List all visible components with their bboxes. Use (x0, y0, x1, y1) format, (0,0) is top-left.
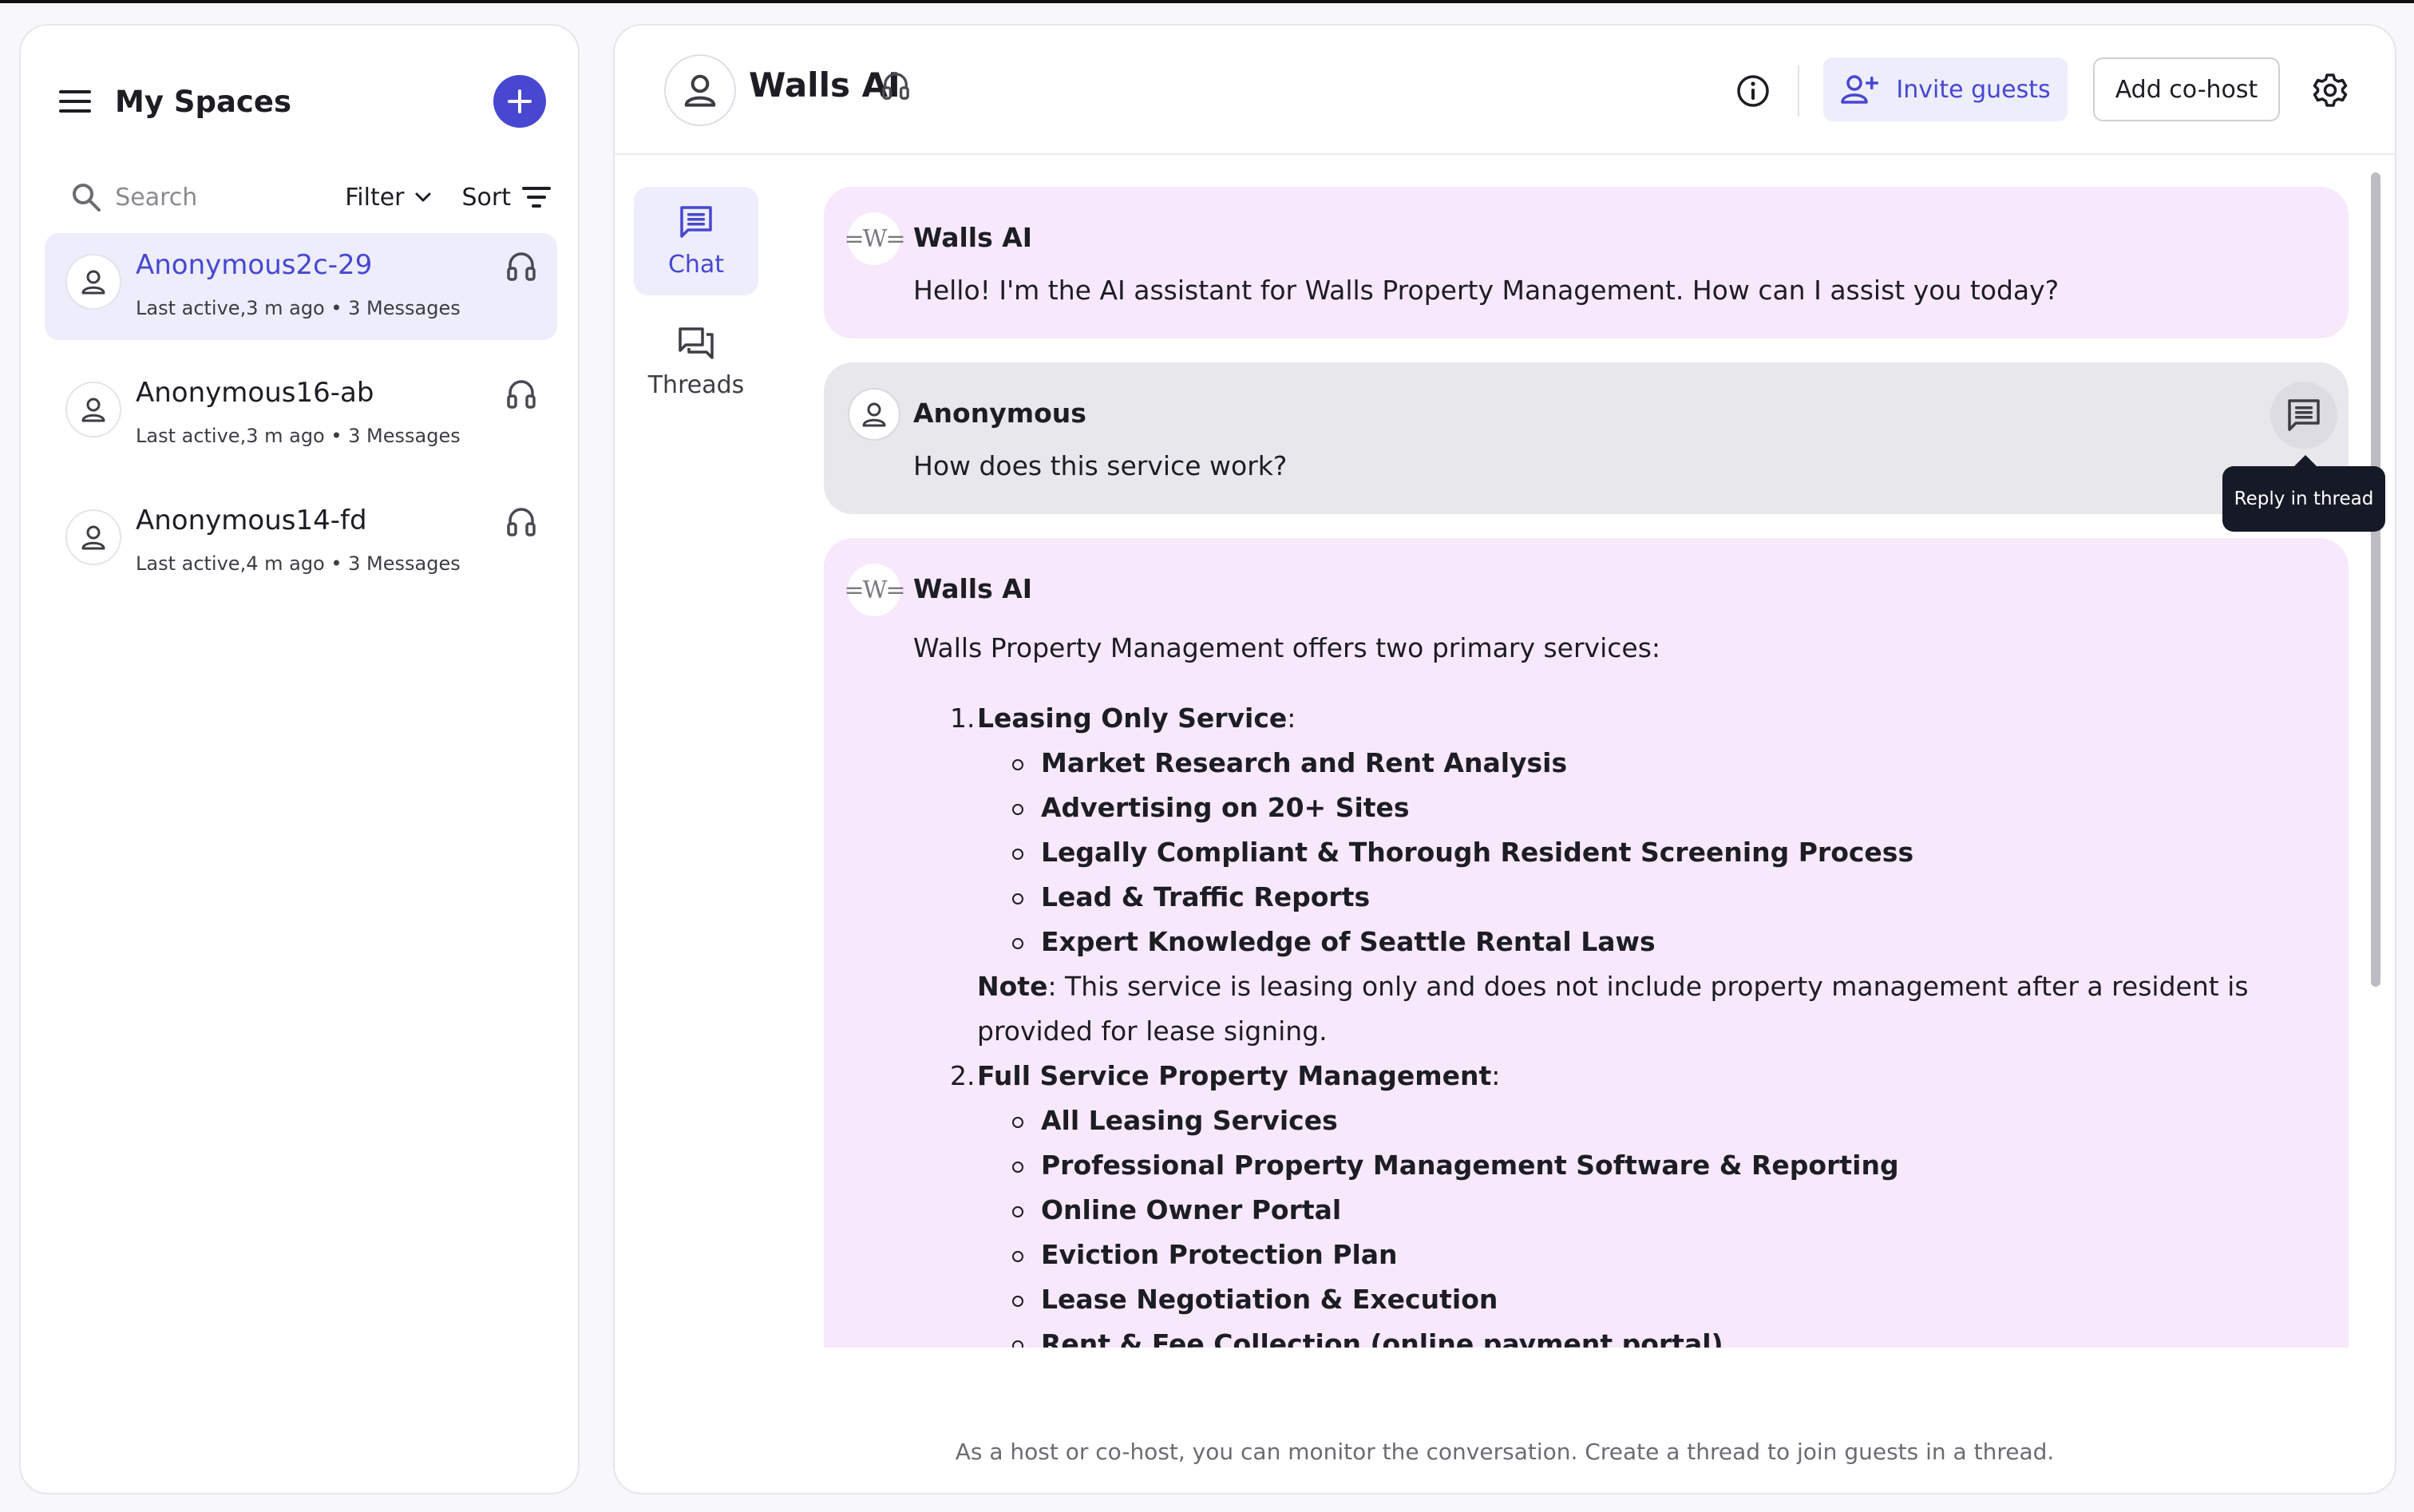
service-item: 2. Full Service Property Management: All… (913, 1054, 2269, 1348)
walls-logo-avatar: =W= (844, 212, 906, 265)
reply-thread-icon (2288, 399, 2320, 431)
chat-messages: =W= Walls AI Hello! I'm the AI assistant… (824, 187, 2349, 1348)
conversation-item[interactable]: Anonymous16-ab Last active,3 m ago • 3 M… (45, 361, 557, 468)
message-sender: Walls AI (913, 222, 1033, 253)
page-title: Walls AI (749, 65, 900, 105)
conversation-item[interactable]: Anonymous14-fd Last active,4 m ago • 3 M… (45, 489, 557, 596)
conversation-meta: Last active,3 m ago • 3 Messages (136, 425, 461, 447)
search-input[interactable] (115, 183, 315, 212)
headset-icon (506, 378, 536, 414)
note-label: Note (977, 971, 1048, 1002)
message-text: How does this service work? (913, 450, 1288, 481)
add-space-button[interactable] (493, 75, 546, 128)
info-icon[interactable] (1731, 69, 1775, 113)
chat-scrollbar-thumb[interactable] (2371, 172, 2380, 987)
add-cohost-button[interactable]: Add co-host (2093, 57, 2280, 121)
sidebar-tools: Filter Sort (69, 169, 552, 225)
chat-scrollbar[interactable] (2368, 156, 2380, 987)
sidebar-header: My Spaces (56, 75, 546, 128)
message-sender: Walls AI (913, 573, 1033, 604)
plus-icon (508, 89, 532, 113)
sort-icon (522, 187, 551, 208)
conversation-name: Anonymous14-fd (136, 505, 367, 536)
header-divider (1798, 65, 1799, 117)
walls-logo-avatar: =W= (844, 564, 906, 616)
person-icon (65, 382, 121, 437)
note-text: : This service is leasing only and does … (977, 971, 2249, 1047)
ai-message: =W= Walls AI Walls Property Management o… (824, 538, 2349, 1348)
service-title: Leasing Only Service: (977, 703, 1296, 734)
host-monitor-note: As a host or co-host, you can monitor th… (955, 1439, 2055, 1465)
list-item: Expert Knowledge of Seattle Rental Laws (1009, 920, 2269, 964)
list-item: All Leasing Services (1009, 1098, 2269, 1143)
list-item: Lead & Traffic Reports (1009, 875, 2269, 920)
add-person-icon (1841, 75, 1879, 104)
list-item: Online Owner Portal (1009, 1188, 2269, 1233)
service-number: 1. (950, 703, 975, 734)
person-icon (65, 254, 121, 310)
service-title-text: Full Service Property Management (977, 1060, 1492, 1091)
list-item: Lease Negotiation & Execution (1009, 1277, 2269, 1322)
message-text: Hello! I'm the AI assistant for Walls Pr… (913, 275, 2060, 306)
filter-label: Filter (345, 183, 405, 212)
filter-button[interactable]: Filter (345, 184, 431, 212)
reply-in-thread-tooltip: Reply in thread (2222, 455, 2385, 532)
menu-icon[interactable] (56, 82, 94, 121)
invite-guests-button[interactable]: Invite guests (1823, 57, 2068, 121)
list-item: Legally Compliant & Thorough Resident Sc… (1009, 830, 2269, 875)
tab-threads-label: Threads (647, 370, 745, 399)
message-rich-text: Walls Property Management offers two pri… (913, 626, 2269, 1348)
message-sender: Anonymous (913, 398, 1086, 429)
conversation-name: Anonymous16-ab (136, 377, 374, 409)
headset-icon (881, 70, 910, 105)
spaces-sidebar: My Spaces Filter Sort Anonymous2c-29 Las… (19, 24, 580, 1494)
sort-button[interactable]: Sort (462, 184, 553, 212)
tab-chat[interactable]: Chat (634, 187, 758, 295)
person-icon (664, 54, 736, 126)
message-intro: Walls Property Management offers two pri… (913, 632, 1661, 663)
sort-label: Sort (461, 183, 512, 212)
conversation-meta: Last active,3 m ago • 3 Messages (136, 297, 461, 319)
space-header: Walls AI Invite guests Add co-host (615, 26, 2395, 155)
conversation-meta: Last active,4 m ago • 3 Messages (136, 552, 461, 575)
chat-icon (680, 205, 712, 238)
invite-guests-label: Invite guests (1896, 75, 2051, 104)
conversation-item[interactable]: Anonymous2c-29 Last active,3 m ago • 3 M… (45, 233, 557, 340)
search-icon (69, 179, 104, 216)
list-item: Rent & Fee Collection (online payment po… (1009, 1322, 2269, 1348)
list-item: Professional Property Management Softwar… (1009, 1143, 2269, 1188)
sidebar-title: My Spaces (115, 84, 291, 119)
list-item: Advertising on 20+ Sites (1009, 786, 2269, 830)
chevron-down-icon (415, 192, 430, 202)
space-main-panel: Walls AI Invite guests Add co-host Chat (613, 24, 2396, 1494)
user-message: Anonymous How does this service work? (824, 362, 2349, 514)
list-item: Market Research and Rent Analysis (1009, 741, 2269, 786)
reply-in-thread-button[interactable] (2270, 382, 2337, 449)
gear-icon[interactable] (2307, 67, 2353, 113)
service-item: 1. Leasing Only Service: Market Research… (913, 696, 2269, 1054)
service-title: Full Service Property Management: (977, 1060, 1501, 1091)
headset-icon (506, 251, 536, 286)
list-item: Eviction Protection Plan (1009, 1233, 2269, 1277)
service-feature-list: All Leasing Services Professional Proper… (1009, 1098, 2269, 1348)
service-feature-list: Market Research and Rent Analysis Advert… (1009, 741, 2269, 964)
service-note: Note: This service is leasing only and d… (977, 964, 2269, 1054)
service-number: 2. (950, 1060, 975, 1091)
tab-chat-label: Chat (667, 250, 725, 279)
tab-threads[interactable]: Threads (634, 308, 758, 417)
headset-icon (506, 506, 536, 541)
service-title-text: Leasing Only Service (977, 703, 1288, 734)
add-cohost-label: Add co-host (2115, 75, 2258, 104)
person-icon (848, 388, 900, 441)
conversation-name: Anonymous2c-29 (136, 249, 373, 281)
threads-icon (679, 327, 714, 359)
person-icon (65, 509, 121, 565)
ai-message: =W= Walls AI Hello! I'm the AI assistant… (824, 187, 2349, 338)
